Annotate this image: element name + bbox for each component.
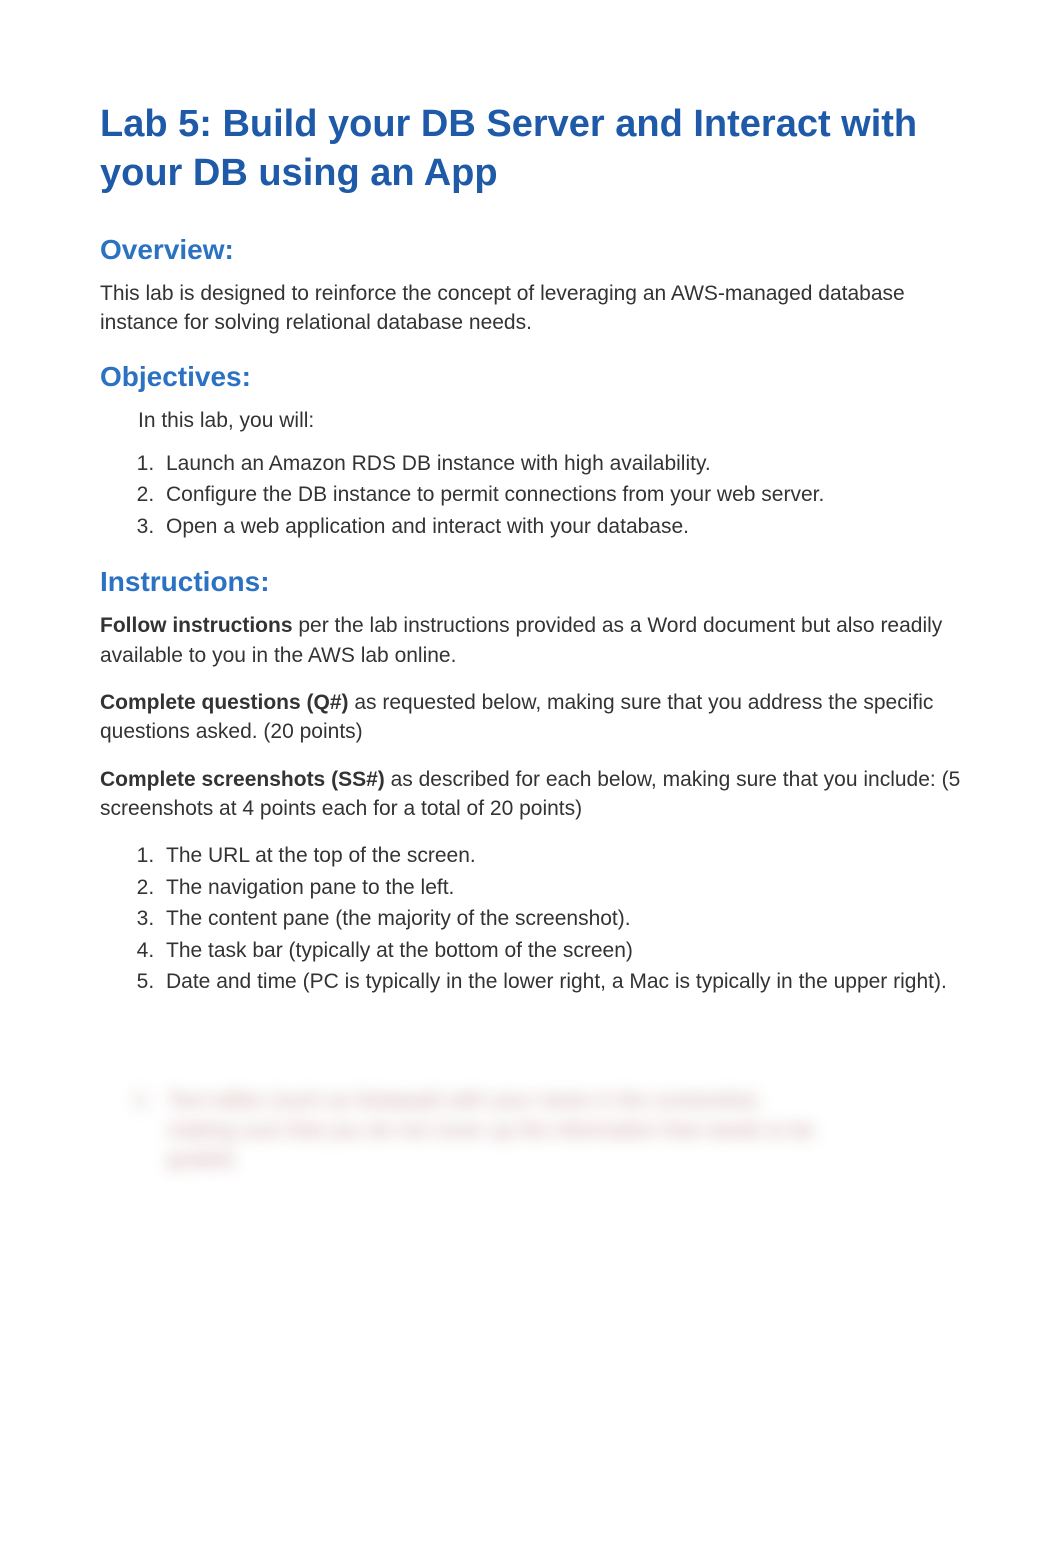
list-item: Launch an Amazon RDS DB instance with hi… bbox=[160, 449, 962, 478]
instructions-p1: Follow instructions per the lab instruct… bbox=[100, 611, 962, 670]
blurred-content: 6. Text editor (such as Notepad) with yo… bbox=[100, 1086, 962, 1174]
bold-text: Complete screenshots (SS#) bbox=[100, 768, 385, 791]
list-item: Open a web application and interact with… bbox=[160, 512, 962, 541]
page-title: Lab 5: Build your DB Server and Interact… bbox=[100, 100, 962, 199]
instructions-p2: Complete questions (Q#) as requested bel… bbox=[100, 688, 962, 747]
overview-text: This lab is designed to reinforce the co… bbox=[100, 279, 962, 338]
list-item: Configure the DB instance to permit conn… bbox=[160, 480, 962, 509]
list-item: The URL at the top of the screen. bbox=[160, 841, 962, 870]
bold-text: Complete questions (Q#) bbox=[100, 691, 349, 714]
blurred-text: Text editor (such as Notepad) with your … bbox=[168, 1086, 815, 1174]
instructions-list: The URL at the top of the screen. The na… bbox=[160, 841, 962, 996]
list-item: The task bar (typically at the bottom of… bbox=[160, 936, 962, 965]
instructions-heading: Instructions: bbox=[100, 561, 962, 603]
blurred-list-item: 6. Text editor (such as Notepad) with yo… bbox=[134, 1086, 962, 1174]
bold-text: Follow instructions bbox=[100, 614, 293, 637]
list-item: The content pane (the majority of the sc… bbox=[160, 904, 962, 933]
list-item: The navigation pane to the left. bbox=[160, 873, 962, 902]
overview-heading: Overview: bbox=[100, 229, 962, 271]
instructions-p3: Complete screenshots (SS#) as described … bbox=[100, 765, 962, 824]
objectives-heading: Objectives: bbox=[100, 356, 962, 398]
objectives-intro: In this lab, you will: bbox=[138, 406, 962, 435]
list-item: Date and time (PC is typically in the lo… bbox=[160, 967, 962, 996]
objectives-list: Launch an Amazon RDS DB instance with hi… bbox=[160, 449, 962, 541]
blurred-marker: 6. bbox=[134, 1086, 152, 1115]
